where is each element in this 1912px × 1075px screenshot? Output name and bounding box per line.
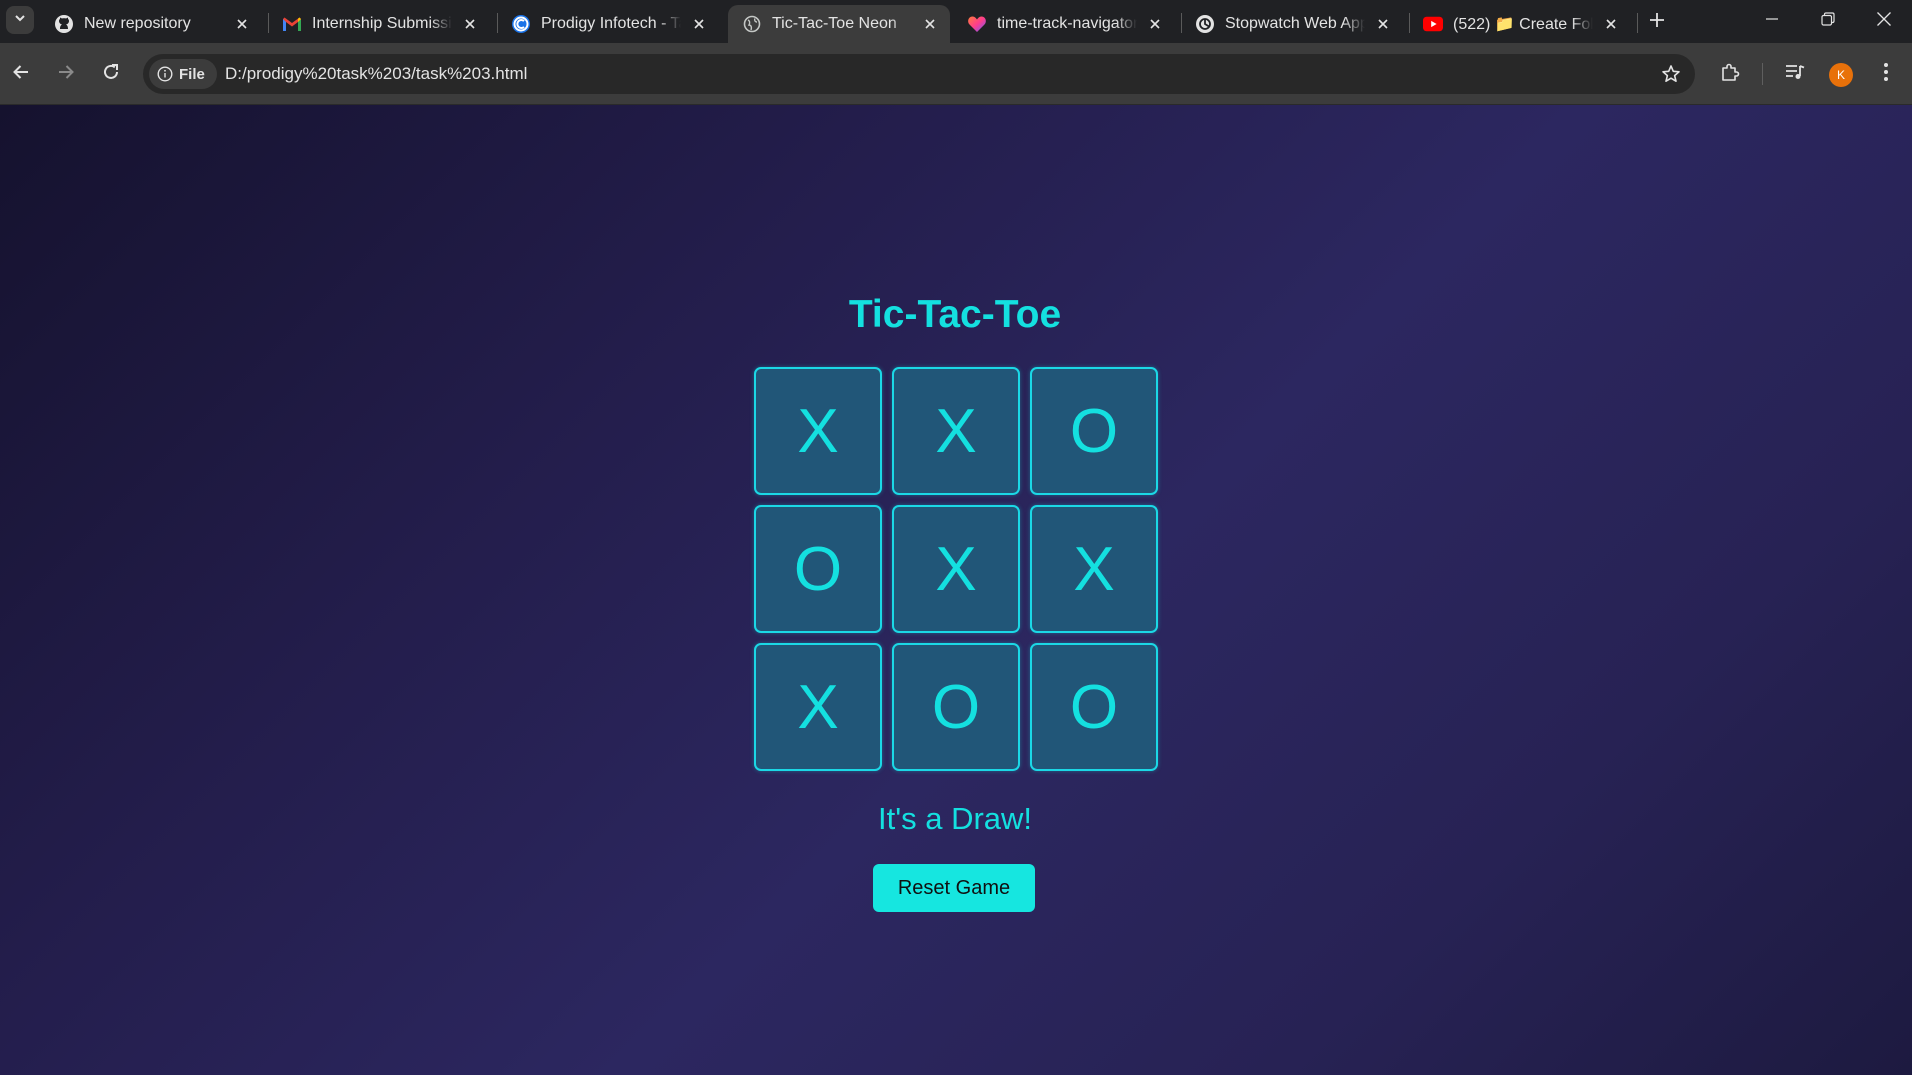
tab-time-track-navigator[interactable]: time-track-navigator bbox=[953, 5, 1175, 43]
tab-title: Prodigy Infotech - Task bbox=[541, 15, 681, 32]
board-cell-5[interactable]: X bbox=[892, 505, 1020, 633]
game-board: X X O O X X X O O bbox=[754, 367, 1159, 771]
close-tab-icon[interactable] bbox=[460, 14, 480, 34]
reload-button[interactable] bbox=[95, 58, 127, 90]
bookmark-star-icon[interactable] bbox=[1659, 62, 1683, 86]
game-title: Tic-Tac-Toe bbox=[848, 293, 1062, 336]
close-tab-icon[interactable] bbox=[1373, 14, 1393, 34]
tab-title: Tic-Tac-Toe Neon bbox=[772, 15, 897, 32]
game-status: It's a Draw! bbox=[877, 801, 1033, 836]
close-tab-icon[interactable] bbox=[232, 14, 252, 34]
close-tab-icon[interactable] bbox=[1601, 14, 1621, 34]
puzzle-icon bbox=[1720, 62, 1740, 87]
new-tab-button[interactable] bbox=[1644, 9, 1670, 35]
info-icon bbox=[157, 66, 173, 82]
tab-youtube-create-folder[interactable]: (522) 📁 Create Folder bbox=[1409, 5, 1631, 43]
tab-internship-submission[interactable]: Internship Submission bbox=[268, 5, 490, 43]
close-icon bbox=[1876, 11, 1892, 32]
minimize-button[interactable] bbox=[1744, 0, 1800, 42]
tab-title: New repository bbox=[84, 15, 191, 32]
tab-tic-tac-toe-neon[interactable]: Tic-Tac-Toe Neon bbox=[728, 5, 950, 43]
browser-toolbar: File D:/prodigy%20task%203/task%203.html… bbox=[0, 43, 1912, 105]
restore-button[interactable] bbox=[1800, 0, 1856, 42]
toolbar-divider bbox=[1762, 63, 1763, 85]
back-button[interactable] bbox=[5, 58, 37, 90]
tab-stopwatch-web-app[interactable]: Stopwatch Web App bbox=[1181, 5, 1403, 43]
close-tab-icon[interactable] bbox=[1145, 14, 1165, 34]
board-cell-9[interactable]: O bbox=[1030, 643, 1158, 771]
more-vertical-icon bbox=[1883, 62, 1889, 87]
profile-avatar[interactable]: K bbox=[1829, 63, 1853, 87]
playlist-icon bbox=[1785, 63, 1805, 86]
arrow-left-icon bbox=[12, 63, 30, 86]
gmail-icon bbox=[282, 14, 302, 34]
forward-button[interactable] bbox=[50, 58, 82, 90]
close-tab-icon[interactable] bbox=[920, 14, 940, 34]
tab-title: Internship Submission bbox=[312, 15, 452, 32]
browser-menu-button[interactable] bbox=[1870, 58, 1902, 90]
board-cell-1[interactable]: X bbox=[754, 367, 882, 495]
page-viewport: Tic-Tac-Toe X X O O X X X O O It's a Dra… bbox=[0, 105, 1912, 1075]
tab-title: Stopwatch Web App bbox=[1225, 15, 1365, 32]
globe-icon bbox=[742, 14, 762, 34]
board-cell-8[interactable]: O bbox=[892, 643, 1020, 771]
minimize-icon bbox=[1765, 12, 1779, 31]
address-bar[interactable]: File D:/prodigy%20task%203/task%203.html bbox=[143, 54, 1695, 94]
tab-title: time-track-navigator bbox=[997, 15, 1137, 32]
tab-new-repository[interactable]: New repository bbox=[40, 5, 262, 43]
tab-search-button[interactable] bbox=[6, 6, 34, 34]
media-controls-button[interactable] bbox=[1779, 58, 1811, 90]
plus-icon bbox=[1649, 12, 1665, 33]
board-cell-6[interactable]: X bbox=[1030, 505, 1158, 633]
prodigy-icon bbox=[511, 14, 531, 34]
openai-icon bbox=[1195, 14, 1215, 34]
tab-title: (522) 📁 Create Folder bbox=[1453, 16, 1593, 33]
tab-strip: New repository Internship Submission Pro… bbox=[0, 0, 1912, 43]
reset-game-button[interactable]: Reset Game bbox=[873, 864, 1035, 912]
tab-prodigy-infotech[interactable]: Prodigy Infotech - Task bbox=[497, 5, 719, 43]
url-text[interactable]: D:/prodigy%20task%203/task%203.html bbox=[225, 54, 527, 94]
chevron-down-icon bbox=[13, 11, 27, 30]
board-cell-4[interactable]: O bbox=[754, 505, 882, 633]
close-tab-icon[interactable] bbox=[689, 14, 709, 34]
reload-icon bbox=[102, 63, 120, 86]
board-cell-7[interactable]: X bbox=[754, 643, 882, 771]
site-info-chip[interactable]: File bbox=[149, 59, 217, 89]
scheme-label: File bbox=[179, 65, 205, 83]
tab-divider bbox=[1637, 13, 1638, 33]
github-icon bbox=[54, 14, 74, 34]
youtube-icon bbox=[1423, 14, 1443, 34]
restore-icon bbox=[1821, 11, 1835, 31]
arrow-right-icon bbox=[57, 63, 75, 86]
close-window-button[interactable] bbox=[1856, 0, 1912, 42]
lovable-heart-icon bbox=[967, 14, 987, 34]
extensions-button[interactable] bbox=[1714, 58, 1746, 90]
board-cell-3[interactable]: O bbox=[1030, 367, 1158, 495]
board-cell-2[interactable]: X bbox=[892, 367, 1020, 495]
